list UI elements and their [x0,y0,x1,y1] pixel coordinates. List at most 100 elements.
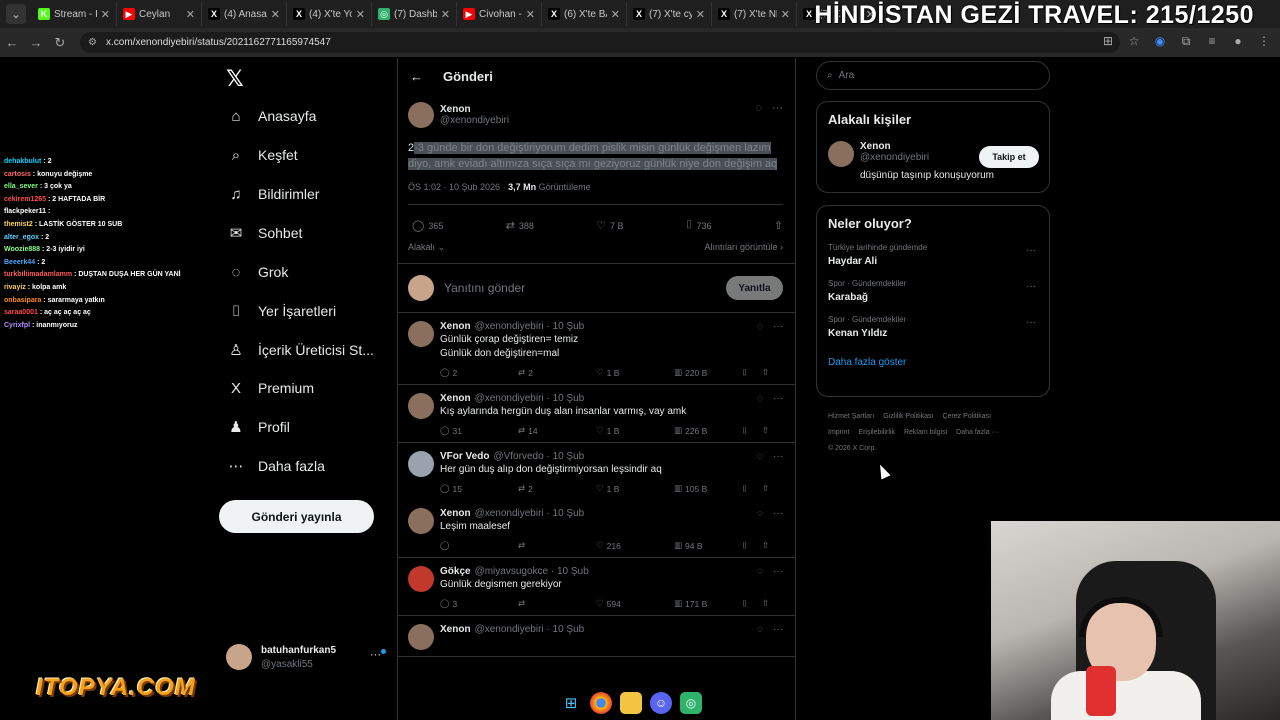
tab-search-icon[interactable]: ⌄ [6,4,26,24]
reply-author-name[interactable]: Xenon [440,624,471,635]
like-action[interactable]: ♡ 7 B [596,219,623,232]
windows-start-icon[interactable]: ⊞ [560,692,582,714]
reply-avatar[interactable] [408,624,434,650]
share-action[interactable]: ⇧ [762,540,769,551]
footer-link[interactable]: Çerez Politikası [942,413,991,420]
like-action[interactable]: ♡ 216 [596,540,674,551]
reply-input[interactable]: Yanıtını gönder [444,281,726,295]
back-arrow-icon[interactable]: ← [410,69,423,84]
like-action[interactable]: ♡ 594 [596,598,674,609]
footer-link[interactable]: Imprint [828,429,849,436]
share-action[interactable]: ⇧ [762,598,769,609]
more-dots-icon[interactable]: ··· [370,649,381,661]
repost-action[interactable]: ⇄ 2 [518,483,596,494]
reply-author-handle[interactable]: @xenondiyebiri · 10 Şub [475,508,585,519]
footer-link[interactable]: © 2026 X Corp. [828,445,876,452]
grok-icon[interactable]: ◌ [757,508,763,519]
tweet-author-handle[interactable]: @xenondiyebiri [440,115,509,126]
search-input[interactable]: ⌕ Ara [816,61,1050,90]
tab-close-icon[interactable]: ✕ [781,8,790,21]
reply-tweet[interactable]: Xenon @xenondiyebiri · 10 Şub ◌ ··· [398,616,795,657]
sidebar-item[interactable]: ⌷ Yer İşaretleri [226,296,336,326]
bookmark-star-icon[interactable]: ☆ [1126,34,1142,49]
sidebar-item[interactable]: ♙ İçerik Üreticisi St... [226,335,374,365]
reply-avatar[interactable] [408,566,434,592]
sidebar-item[interactable]: ◌ Grok [226,257,289,287]
trend-more-icon[interactable]: ··· [1026,317,1036,328]
browser-tab[interactable]: X (4) X'te Yo ✕ [287,2,372,26]
extension-icon[interactable]: ◉ [1152,34,1168,49]
browser-tab[interactable]: ◎ (7) Dashbo ✕ [372,2,457,26]
sidebar-item[interactable]: ✉ Sohbet [226,218,303,248]
tab-close-icon[interactable]: ✕ [441,8,450,21]
footer-link[interactable]: Hizmet Şartları [828,413,874,420]
view-quotes-link[interactable]: Alıntıları görüntüle › [704,242,783,253]
bookmark-action[interactable]: ⌷ 736 [686,219,712,232]
reply-action[interactable]: ◯ 365 [412,219,443,232]
browser-tab[interactable]: ▶ Ceylan ✕ [117,2,202,26]
reply-author-handle[interactable]: @miyavsugokce · 10 Şub [475,566,589,577]
relevant-person-name[interactable]: Xenon [860,141,929,152]
post-button[interactable]: Gönderi yayınla [219,500,374,533]
puzzle-icon[interactable]: ⧉ [1178,34,1194,49]
follow-button[interactable]: Takip et [979,146,1039,168]
tab-close-icon[interactable]: ✕ [186,8,195,21]
like-action[interactable]: ♡ 1 B [596,425,674,436]
trend-item[interactable]: Türkiye tarihinde gündemde Haydar Ali ··· [828,243,1038,267]
trend-item[interactable]: Spor · Gündemdekiler Kenan Yıldız ··· [828,315,1038,339]
repost-action[interactable]: ⇄ 14 [518,425,596,436]
reply-avatar[interactable] [408,508,434,534]
reply-author-name[interactable]: VFor Vedo [440,451,489,462]
tab-close-icon[interactable]: ✕ [611,8,620,21]
reply-tweet[interactable]: VFor Vedo @Vforvedo · 10 Şub Her gün duş a… [398,443,795,500]
install-icon[interactable]: ⊞ [1100,34,1116,49]
sort-dropdown[interactable]: Alakalı ⌄ [408,242,445,253]
repost-action[interactable]: ⇄ 388 [506,219,534,232]
reply-more-icon[interactable]: ··· [773,624,783,635]
browser-tab[interactable]: X (7) X'te NE ✕ [712,2,797,26]
trend-more-icon[interactable]: ··· [1026,245,1036,256]
reply-author-name[interactable]: Xenon [440,321,471,332]
folder-icon[interactable] [620,692,642,714]
reload-icon[interactable]: ↻ [48,35,72,51]
share-action[interactable]: ⇧ [762,367,769,378]
tweet-author-name[interactable]: Xenon [440,104,509,115]
account-switcher[interactable]: batuhanfurkan5 @yasakli55 ··· [226,644,388,674]
footer-link[interactable]: Daha fazla ··· [956,429,998,436]
footer-link[interactable]: Reklam bilgisi [904,429,947,436]
reply-author-handle[interactable]: @Vforvedo · 10 Şub [493,451,584,462]
grok-icon[interactable]: ◌ [757,393,763,404]
sidebar-item[interactable]: X Premium [226,373,314,403]
tab-close-icon[interactable]: ✕ [271,8,280,21]
chrome-icon[interactable] [590,692,612,714]
bookmark-action[interactable]: ⌷ [742,425,762,436]
reply-more-icon[interactable]: ··· [773,566,783,577]
repost-action[interactable]: ⇄ [518,598,596,609]
bookmark-action[interactable]: ⌷ [742,367,762,378]
reply-avatar[interactable] [408,451,434,477]
repost-action[interactable]: ⇄ [518,540,596,551]
site-settings-icon[interactable]: ⚙ [88,32,97,53]
reply-author-name[interactable]: Gökçe [440,566,471,577]
grok-icon[interactable]: ◌ [757,566,763,577]
repost-action[interactable]: ⇄ 2 [518,367,596,378]
reply-tweet[interactable]: Gökçe @miyavsugokce · 10 Şub Günlük degism… [398,558,795,616]
reply-action[interactable]: ◯ [440,540,518,551]
discord-icon[interactable]: ☺ [650,692,672,714]
reply-avatar[interactable] [408,321,434,347]
profile-avatar-icon[interactable]: ● [1230,34,1246,49]
sidebar-item[interactable]: ⋯ Daha fazla [226,451,325,481]
browser-tab[interactable]: ▶ Civohan - ✕ [457,2,542,26]
relevant-person-handle[interactable]: @xenondiyebiri [860,152,929,163]
share-action[interactable]: ⇧ [774,219,783,232]
tab-close-icon[interactable]: ✕ [101,8,110,21]
back-icon[interactable]: ← [0,35,24,50]
reply-author-name[interactable]: Xenon [440,508,471,519]
like-action[interactable]: ♡ 1 B [596,367,674,378]
reply-author-name[interactable]: Xenon [440,393,471,404]
tab-close-icon[interactable]: ✕ [356,8,365,21]
reply-more-icon[interactable]: ··· [773,508,783,519]
views-action[interactable]: ▥ 220 B [674,367,742,378]
browser-tab[interactable]: X (7) X'te cy ✕ [627,2,712,26]
reply-action[interactable]: ◯ 3 [440,598,518,609]
